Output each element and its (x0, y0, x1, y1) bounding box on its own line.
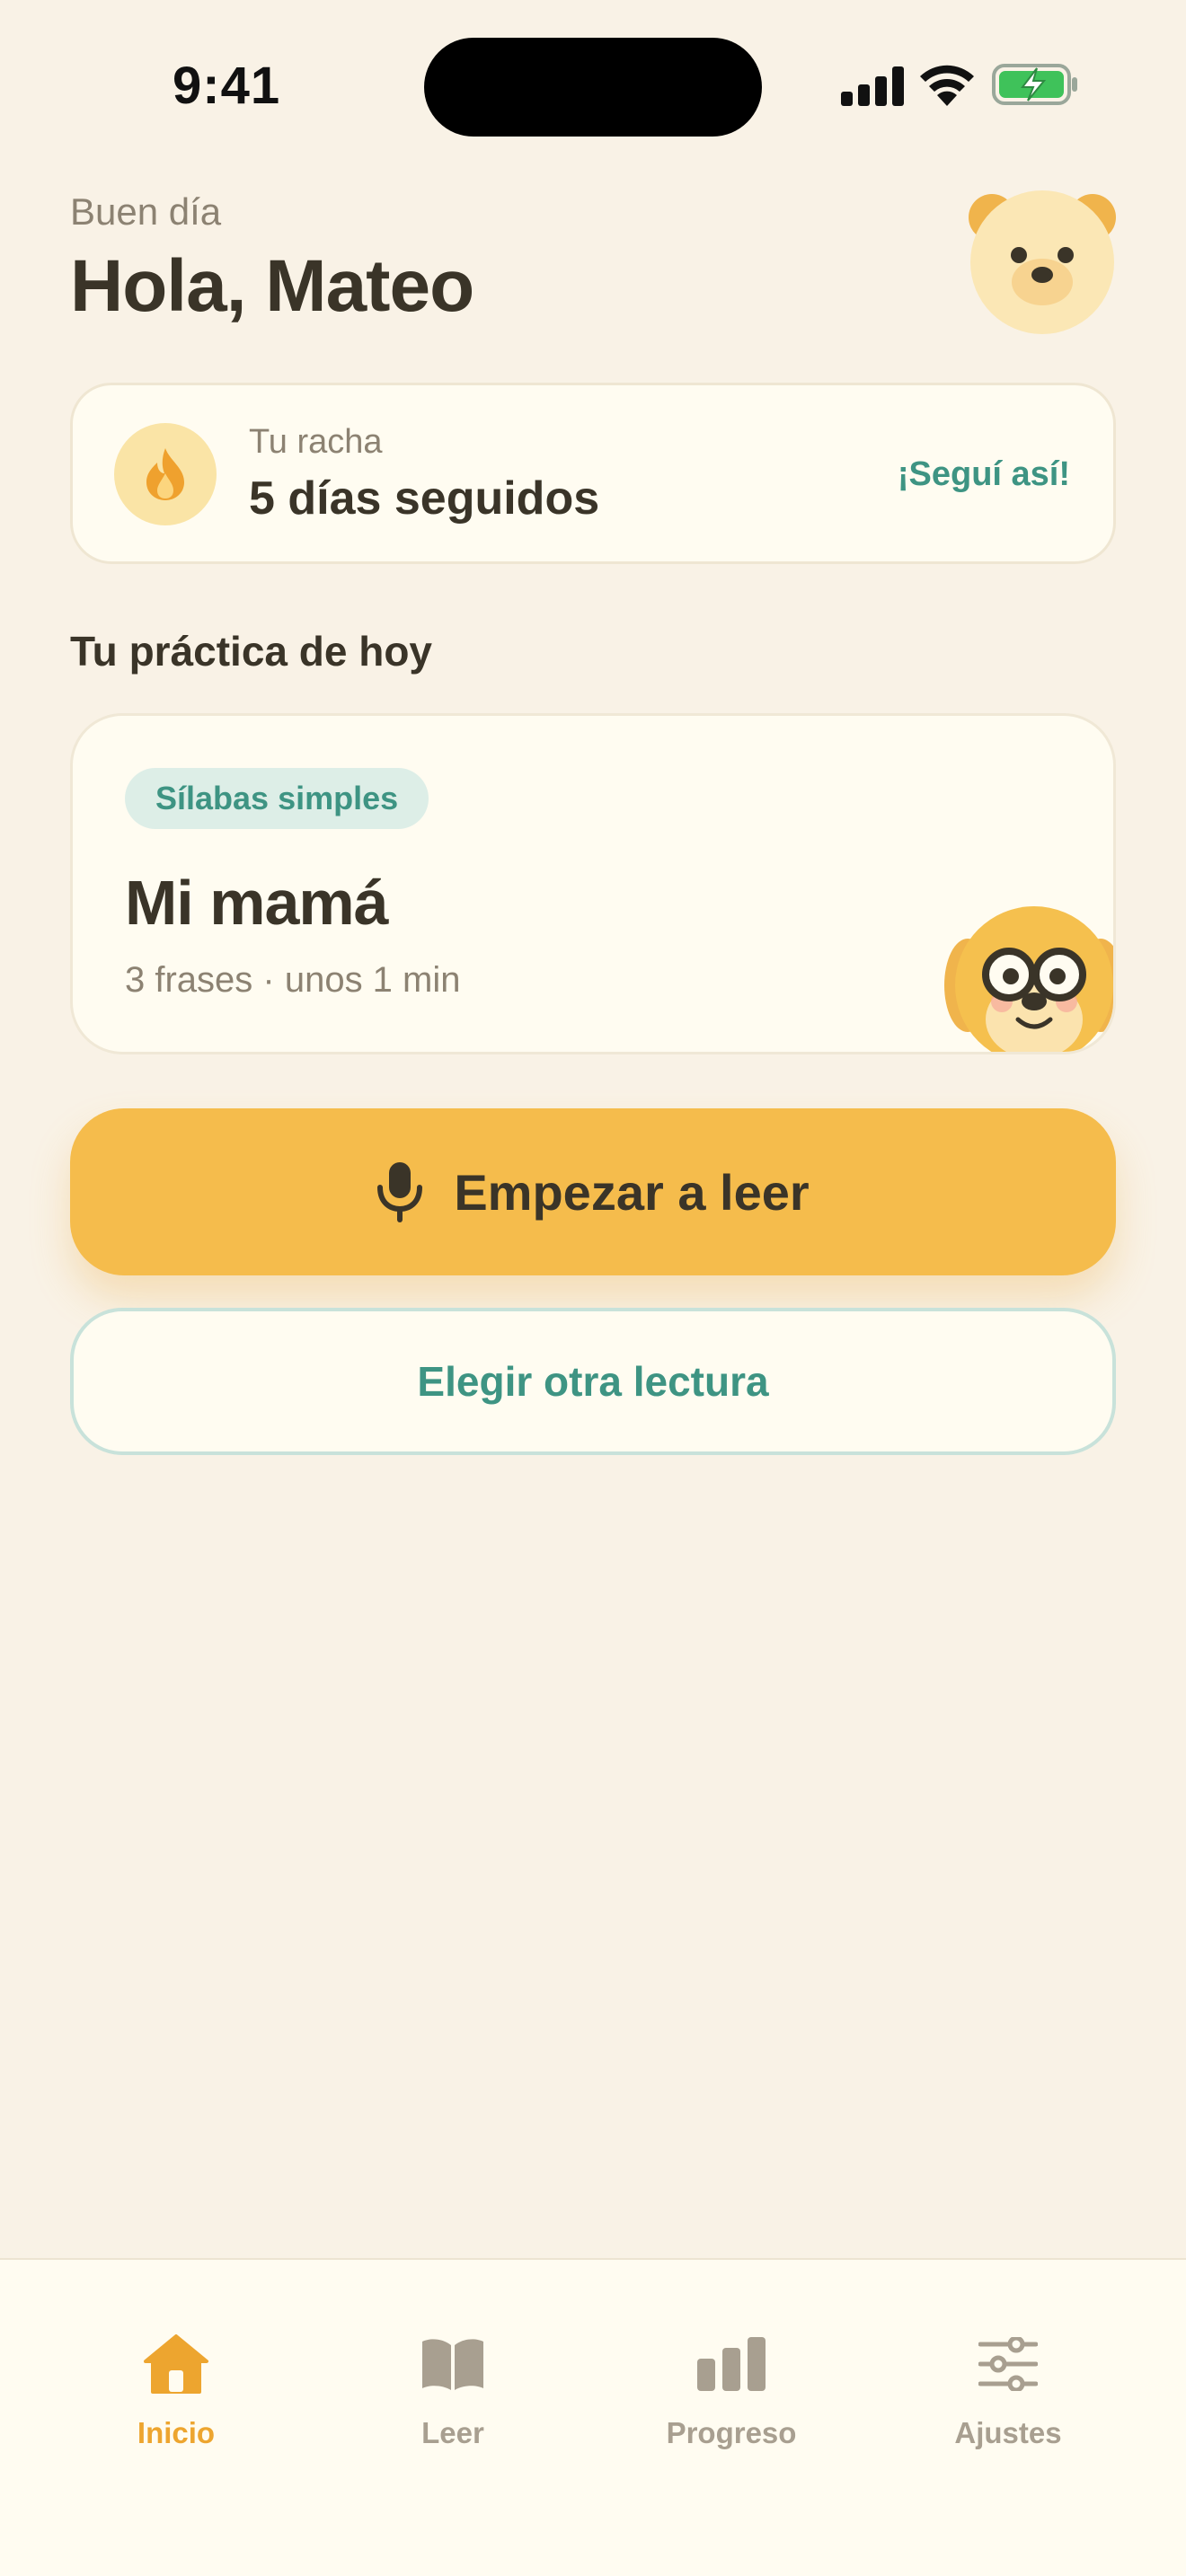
streak-value: 5 días seguidos (249, 472, 600, 525)
book-icon (422, 2339, 483, 2390)
bar-chart-icon (697, 2337, 766, 2391)
practice-title: Mi mamá (125, 868, 389, 938)
tab-label: Ajustes (954, 2416, 1062, 2449)
tab-bar: Inicio Leer Progreso Ajustes (0, 2258, 1186, 2576)
tab-inicio[interactable]: Inicio (59, 2328, 293, 2463)
microphone-icon (377, 1162, 423, 1222)
section-title: Tu práctica de hoy (70, 628, 433, 675)
sliders-icon (978, 2337, 1038, 2391)
tab-label: Inicio (137, 2416, 216, 2449)
start-reading-button[interactable]: Empezar a leer (70, 1108, 1116, 1275)
practice-meta: 3 frases · unos 1 min (125, 960, 461, 1000)
streak-icon-badge (114, 423, 217, 525)
streak-cheer-text: ¡Seguí así! (897, 455, 1070, 493)
bear-avatar-icon[interactable] (965, 185, 1120, 336)
streak-label: Tu racha (249, 423, 383, 461)
practice-card[interactable]: Sílabas simples Mi mamá 3 frases · unos … (70, 713, 1116, 1054)
status-bar: 9:41 (0, 0, 1186, 180)
start-reading-label: Empezar a leer (454, 1163, 810, 1221)
tab-ajustes[interactable]: Ajustes (891, 2328, 1125, 2463)
choose-other-reading-label: Elegir otra lectura (417, 1358, 769, 1405)
wifi-icon (920, 65, 974, 106)
home-icon (144, 2334, 208, 2394)
status-time: 9:41 (173, 57, 281, 115)
tab-progreso[interactable]: Progreso (615, 2328, 848, 2463)
tab-label: Progreso (666, 2416, 797, 2449)
page-title: Hola, Mateo (70, 245, 474, 327)
practice-tag: Sílabas simples (125, 768, 429, 829)
flame-icon (146, 448, 184, 500)
battery-charging-icon (992, 64, 1077, 105)
dynamic-island (424, 38, 762, 137)
choose-other-reading-button[interactable]: Elegir otra lectura (70, 1308, 1116, 1455)
tab-leer[interactable]: Leer (336, 2328, 570, 2463)
greeting-subtitle: Buen día (70, 190, 222, 233)
cellular-signal-icon (841, 66, 904, 106)
streak-card: Tu racha 5 días seguidos ¡Seguí así! (70, 383, 1116, 564)
tab-label: Leer (421, 2416, 484, 2449)
dog-with-glasses-mascot-icon (944, 906, 1113, 1052)
